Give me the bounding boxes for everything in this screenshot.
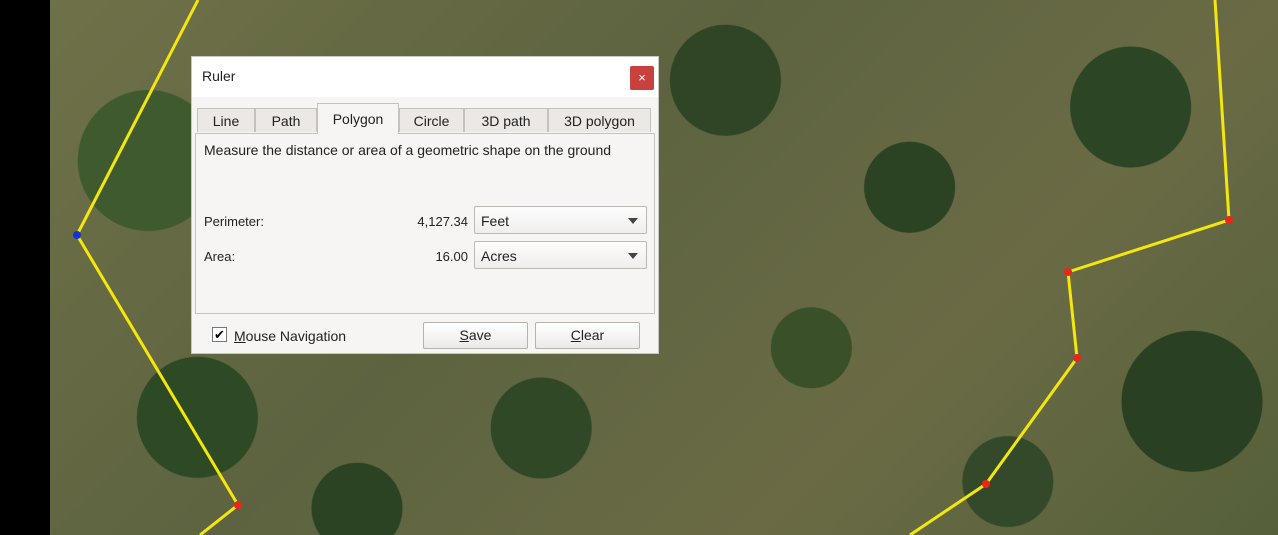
area-unit-label: Acres (481, 248, 517, 264)
vertex-point[interactable] (1064, 268, 1072, 276)
polygon-edge-right (909, 0, 1231, 535)
dialog-title: Ruler (202, 68, 236, 84)
description-text: Measure the distance or area of a geomet… (204, 142, 612, 158)
tab-bar: Line Path Polygon Circle 3D path 3D poly… (196, 103, 656, 134)
close-button[interactable]: × (630, 66, 654, 90)
area-unit-select[interactable]: Acres (474, 241, 647, 269)
tab-line[interactable]: Line (197, 108, 255, 132)
perimeter-value: 4,127.34 (417, 214, 468, 229)
tab-polygon[interactable]: Polygon (317, 103, 399, 134)
mouse-navigation-label[interactable]: Mouse Navigation (234, 328, 346, 344)
checkmark-icon: ✔ (214, 327, 225, 342)
perimeter-unit-select[interactable]: Feet (474, 206, 647, 234)
mouse-navigation-checkbox[interactable]: ✔ (212, 327, 227, 342)
area-value: 16.00 (435, 249, 468, 264)
polygon-panel: Measure the distance or area of a geomet… (195, 133, 655, 314)
ruler-dialog: Ruler × Line Path Polygon Circle 3D path… (191, 56, 659, 354)
perimeter-unit-label: Feet (481, 213, 510, 229)
perimeter-label: Perimeter: (204, 214, 264, 229)
vertex-point[interactable] (982, 480, 990, 488)
chevron-down-icon (628, 253, 638, 259)
tab-3d-path[interactable]: 3D path (464, 108, 548, 132)
tab-circle[interactable]: Circle (399, 108, 464, 132)
left-black-bar (0, 0, 50, 535)
vertex-point-selected[interactable] (73, 231, 81, 239)
vertex-point[interactable] (1073, 354, 1081, 362)
area-label: Area: (204, 249, 236, 264)
chevron-down-icon (628, 218, 638, 224)
vertex-point[interactable] (234, 501, 242, 509)
vertex-point[interactable] (1225, 216, 1233, 224)
dialog-titlebar[interactable]: Ruler × (192, 57, 658, 97)
clear-button[interactable]: Clear (535, 322, 640, 349)
tab-3d-polygon[interactable]: 3D polygon (548, 108, 651, 132)
close-icon: × (638, 70, 646, 85)
tab-path[interactable]: Path (255, 108, 317, 132)
save-button[interactable]: Save (423, 322, 528, 349)
